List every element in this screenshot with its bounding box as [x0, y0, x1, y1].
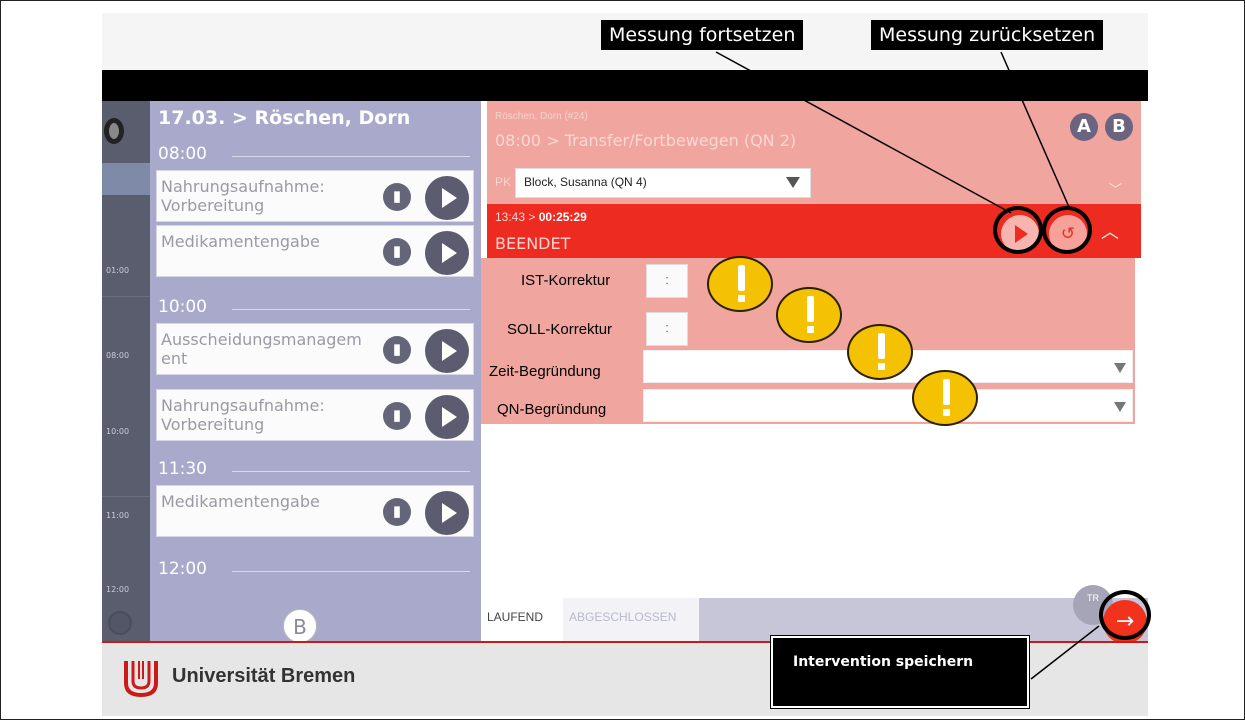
callout-continue: Messung fortsetzen: [601, 20, 804, 50]
callout-reset: Messung zurücksetzen: [871, 20, 1104, 50]
callout-pointers: [715, 51, 1100, 680]
callout-save: Intervention speichern: [770, 635, 1030, 709]
figure-page: 01:00 08:00 10:00 11:00 12:00 17.03. > R…: [0, 0, 1245, 720]
